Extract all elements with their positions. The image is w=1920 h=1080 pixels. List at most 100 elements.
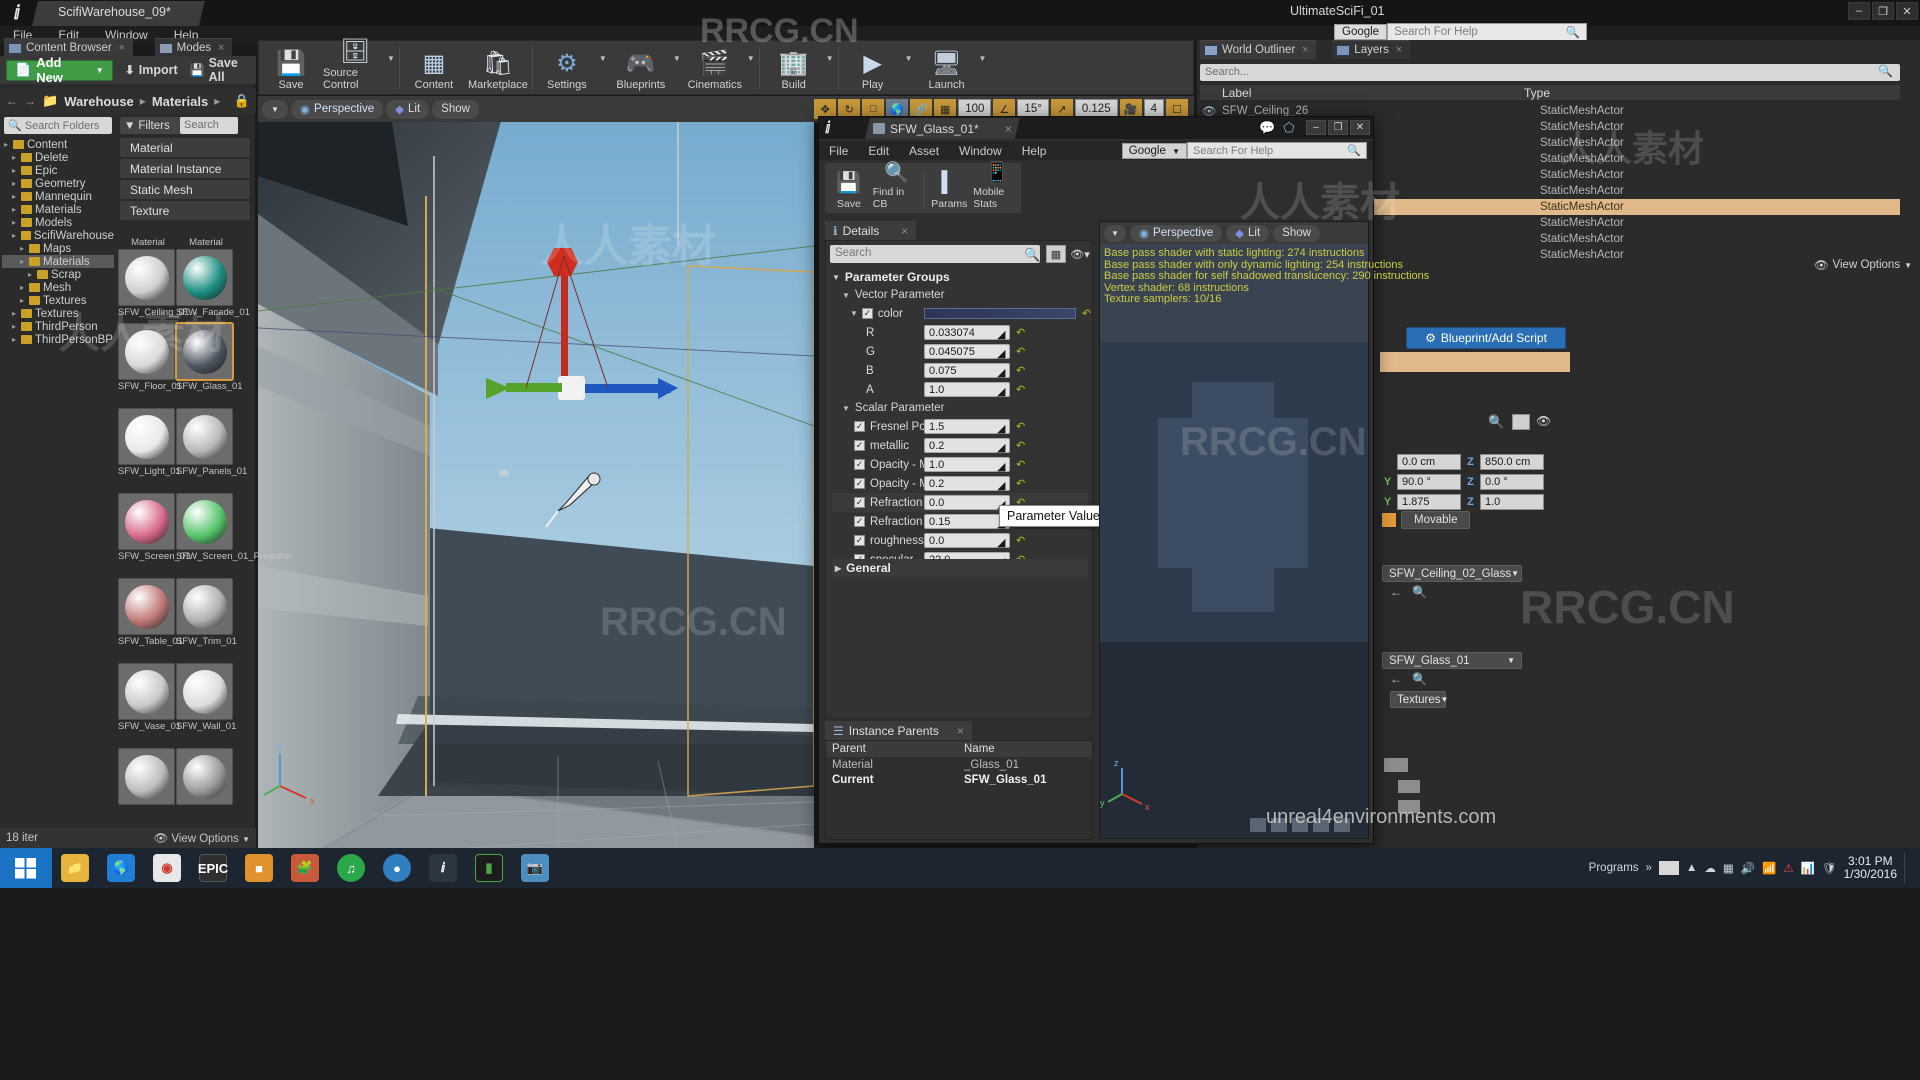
app-orange-icon[interactable]: ■ [236, 848, 282, 888]
scalar-parameter-rows[interactable]: ✓ Fresnel Pow 1.5 ◢ ↶ ✓ metallic 0.2 ◢ ↶ ✓ Opacity … [832, 417, 1088, 569]
close-icon[interactable]: × [1394, 44, 1404, 56]
add-new-button[interactable]: 📄 Add New ▼ [6, 55, 113, 85]
channel-value-field[interactable]: 0.033074 ◢ [924, 325, 1010, 341]
chevron-down-icon[interactable]: ▼ [599, 54, 607, 63]
outliner-column-header[interactable]: Label Type [1200, 85, 1900, 100]
twirl-down-icon[interactable]: ▼ [850, 309, 858, 318]
photos-icon[interactable]: 📷 [512, 848, 558, 888]
close-button[interactable]: ✕ [1350, 120, 1370, 135]
details-search-input[interactable]: Search [830, 245, 1040, 263]
asset-tile[interactable]: SFW_Wall_01 [176, 663, 236, 732]
folder-tree-item[interactable]: ▸ Materials [2, 203, 114, 216]
spinner-icon[interactable]: ◢ [997, 385, 1006, 398]
grid-view-icon[interactable] [1512, 414, 1530, 430]
viewport-lit-mode[interactable]: ◆ Lit [386, 99, 430, 119]
material-editor-window[interactable]: ⅈ SFW_Glass_01* × 💬 ⬠ – ❐ ✕ File Edit As… [818, 116, 1429, 844]
unreal-icon[interactable]: ⅈ [420, 848, 466, 888]
scalar-parameter-checkbox[interactable]: ✓ [854, 516, 865, 527]
spinner-icon[interactable]: ◢ [997, 479, 1006, 492]
asset-tile[interactable] [176, 748, 236, 807]
material-editor-toolbar[interactable]: 💾 Save 🔍 Find in CB ▍ Params 📱 Mobile Stats [825, 162, 1021, 213]
app-blue-icon[interactable]: ● [374, 848, 420, 888]
transform-value-y[interactable]: 90.0 ° [1397, 474, 1461, 490]
search-engine-selector[interactable]: Google ▼ [1121, 142, 1187, 159]
asset-thumbnail[interactable] [176, 408, 233, 465]
tab-layers[interactable]: Layers × [1332, 40, 1410, 59]
network-icon[interactable]: 📶 [1762, 861, 1776, 875]
viewport-options-button[interactable]: ▼ [262, 99, 288, 119]
window-controls[interactable]: – ❐ ✕ [1848, 2, 1918, 20]
transform-value-z[interactable]: 1.0 [1480, 494, 1544, 510]
scalar-parameter-checkbox[interactable]: ✓ [854, 440, 865, 451]
scalar-value-field[interactable]: 0.2 ◢ [924, 476, 1010, 492]
clock[interactable]: 3:01 PM 1/30/2016 [1844, 855, 1897, 881]
color-channel-rows[interactable]: R 0.033074 ◢ ↶ G 0.045075 ◢ ↶ B 0.075 ◢ ↶ A 1.0 ◢ ↶ [832, 323, 1088, 399]
twirl-icon[interactable]: ▸ [20, 244, 29, 253]
channel-value-field[interactable]: 0.045075 ◢ [924, 344, 1010, 360]
folder-tree-item[interactable]: ▸ ScifiWarehouse [2, 229, 114, 242]
vector-parameter-group[interactable]: ▼ Vector Parameter [832, 286, 1088, 304]
app-puzzle-icon[interactable]: 🧩 [282, 848, 328, 888]
grid-view-icon[interactable]: ▦ [1046, 245, 1066, 263]
asset-tile[interactable]: SFW_Screen_01_Projector [176, 493, 292, 562]
folder-tree-item[interactable]: ▸ Textures [2, 307, 114, 320]
scalar-value-field[interactable]: 0.2 ◢ [924, 438, 1010, 454]
terminal-icon[interactable]: ▮ [466, 848, 512, 888]
magnifier-icon[interactable]: 🔍 [1412, 672, 1427, 686]
mobility-movable-button[interactable]: Movable [1401, 511, 1471, 529]
material-editor-help-search[interactable]: Google ▼ Search For Help 🔍 [1121, 142, 1367, 159]
asset-thumbnail[interactable] [176, 748, 233, 805]
material-slot-1[interactable]: SFW_Glass_01 ▼ [1382, 652, 1522, 669]
menu-help[interactable]: Help [1012, 144, 1057, 158]
windows-start-icon[interactable] [0, 848, 52, 888]
eye-icon[interactable]: 👁 [1536, 414, 1551, 428]
textures-dropdown[interactable]: Textures ▼ [1390, 691, 1448, 708]
asset-thumbnail[interactable] [118, 249, 175, 306]
close-icon[interactable]: × [901, 224, 908, 238]
twirl-icon[interactable]: ▸ [20, 257, 29, 266]
lock-icon[interactable]: 🔒 [234, 93, 250, 109]
color-swatch[interactable] [924, 308, 1076, 319]
spinner-icon[interactable]: ◢ [997, 366, 1006, 379]
column-label[interactable]: Label [1200, 86, 1462, 100]
asset-thumbnail[interactable] [118, 408, 175, 465]
twirl-icon[interactable]: ▸ [12, 179, 21, 188]
preview-options-button[interactable]: ▼ [1104, 224, 1126, 242]
close-icon[interactable]: × [957, 724, 964, 738]
tab-world-outliner[interactable]: World Outliner × [1200, 40, 1317, 59]
toolbar-marketplace-button[interactable]: 🛍 Marketplace [466, 41, 530, 94]
import-button[interactable]: ⬇ Import [125, 63, 178, 77]
twirl-icon[interactable]: ▸ [12, 205, 21, 214]
twirl-icon[interactable]: ▸ [12, 192, 21, 201]
revert-icon[interactable]: ↶ [1016, 477, 1025, 490]
twirl-down-icon[interactable]: ▼ [842, 404, 850, 413]
twirl-icon[interactable]: ▸ [20, 296, 29, 305]
breadcrumb[interactable]: ← → 📁 Warehouse ▸ Materials ▸ 🔒 [0, 88, 256, 114]
instance-parents-rows[interactable]: Material _Glass_01 Current SFW_Glass_01 [826, 757, 1092, 787]
help-search-input[interactable]: Search For Help 🔍 [1187, 142, 1367, 159]
close-icon[interactable]: × [216, 42, 226, 54]
tray-expand-icon[interactable]: ▲ [1686, 862, 1697, 874]
twirl-icon[interactable]: ▸ [28, 270, 37, 279]
spinner-icon[interactable]: ◢ [997, 460, 1006, 473]
asset-tile[interactable]: SFW_Panels_01 [176, 408, 247, 477]
menu-edit[interactable]: Edit [858, 144, 899, 158]
project-tab[interactable]: ScifiWarehouse_09* [32, 1, 205, 26]
view-options-button[interactable]: 👁 View Options ▼ [154, 831, 250, 845]
material-editor-title-icons[interactable]: 💬 ⬠ [1259, 120, 1295, 136]
toolbar-cinematics-button[interactable]: 🎬 Cinematics [683, 41, 747, 94]
instance-parent-row[interactable]: Material _Glass_01 [826, 757, 1092, 772]
forward-arrow-icon[interactable]: → [24, 94, 36, 108]
asset-thumbnail[interactable] [176, 663, 233, 720]
close-button[interactable]: ✕ [1896, 2, 1918, 20]
asset-thumbnail[interactable] [176, 249, 233, 306]
transform-value-y[interactable]: 1.875 [1397, 494, 1461, 510]
scalar-parameter-row[interactable]: ✓ metallic 0.2 ◢ ↶ [832, 436, 1088, 455]
asset-thumbnail[interactable] [118, 748, 175, 805]
revert-icon[interactable]: ↶ [1016, 534, 1025, 547]
taskbar[interactable]: 📁 🌎 ◉ EPIC ■ 🧩 ♫ ● ⅈ ▮ 📷 Programs » ▲ ☁ … [0, 848, 1920, 888]
asset-tile[interactable]: Material SFW_Facade_01 [176, 238, 250, 318]
asset-tile[interactable]: SFW_Trim_01 [176, 578, 237, 647]
scalar-value-field[interactable]: 1.5 ◢ [924, 419, 1010, 435]
file-explorer-icon[interactable]: 📁 [52, 848, 98, 888]
